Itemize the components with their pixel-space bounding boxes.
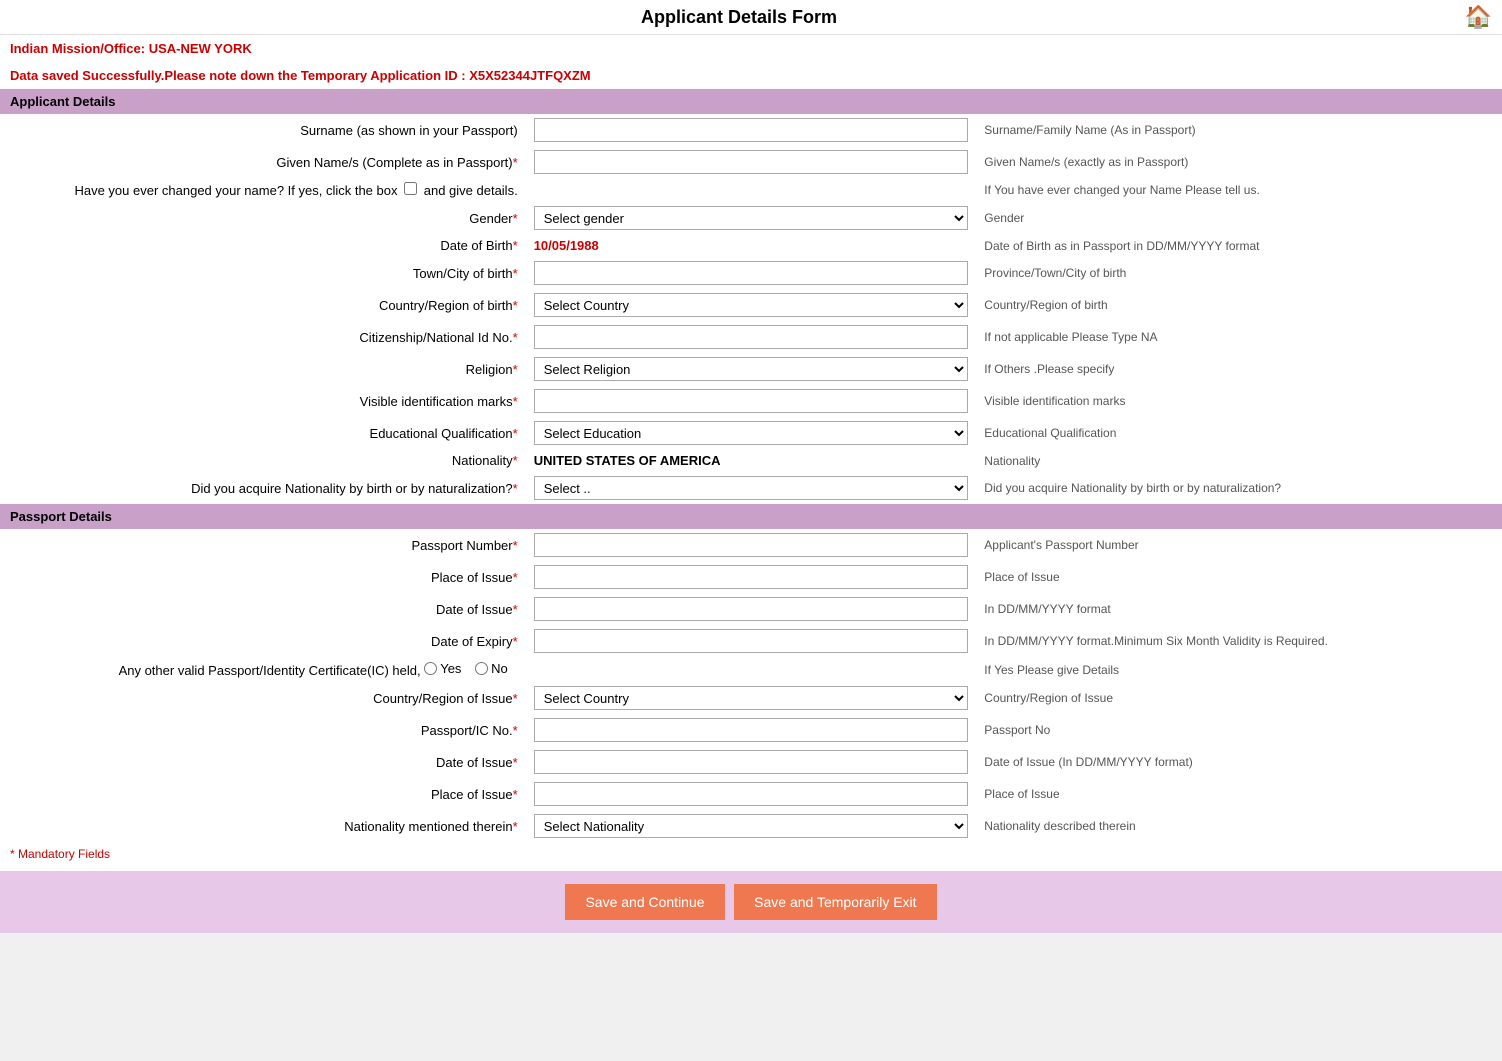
date-issue-help: In DD/MM/YYYY format — [976, 593, 1502, 625]
date-expiry-row: Date of Expiry* In DD/MM/YYYY format.Min… — [0, 625, 1502, 657]
passport-ic-input[interactable] — [534, 718, 969, 742]
education-help: Educational Qualification — [976, 417, 1502, 449]
nat-therein-help: Nationality described therein — [976, 810, 1502, 842]
other-passport-no-radio[interactable] — [475, 662, 488, 675]
citizenship-input[interactable] — [534, 325, 969, 349]
town-help: Province/Town/City of birth — [976, 257, 1502, 289]
name-changed-label: Have you ever changed your name? If yes,… — [0, 178, 526, 202]
name-changed-help: If You have ever changed your Name Pleas… — [976, 178, 1502, 202]
education-select[interactable]: Select Education — [534, 421, 969, 445]
given-names-help: Given Name/s (exactly as in Passport) — [976, 146, 1502, 178]
date-issue2-help: Date of Issue (In DD/MM/YYYY format) — [976, 746, 1502, 778]
place-issue2-input[interactable] — [534, 782, 969, 806]
place-issue2-row: Place of Issue* Place of Issue — [0, 778, 1502, 810]
mandatory-text: Mandatory Fields — [18, 847, 110, 861]
date-expiry-help: In DD/MM/YYYY format.Minimum Six Month V… — [976, 625, 1502, 657]
place-issue-row: Place of Issue* Place of Issue — [0, 561, 1502, 593]
home-icon-area[interactable]: 🏠 — [1465, 4, 1492, 30]
other-passport-row: Any other valid Passport/Identity Certif… — [0, 657, 1502, 682]
given-names-row: Given Name/s (Complete as in Passport)* … — [0, 146, 1502, 178]
passport-ic-help: Passport No — [976, 714, 1502, 746]
nationality-value: UNITED STATES OF AMERICA — [534, 453, 721, 468]
country-issue-help: Country/Region of Issue — [976, 682, 1502, 714]
surname-input[interactable] — [534, 118, 969, 142]
passport-form-table: Passport Number* Applicant's Passport Nu… — [0, 529, 1502, 842]
place-issue2-help: Place of Issue — [976, 778, 1502, 810]
surname-label: Surname (as shown in your Passport) — [0, 114, 526, 146]
visible-marks-input[interactable] — [534, 389, 969, 413]
success-message: Data saved Successfully.Please note down… — [0, 62, 1502, 89]
date-issue-row: Date of Issue* In DD/MM/YYYY format — [0, 593, 1502, 625]
nat-acquire-select[interactable]: Select .. By Birth By Naturalization — [534, 476, 969, 500]
nav-left — [10, 10, 13, 24]
given-names-input[interactable] — [534, 150, 969, 174]
citizenship-help: If not applicable Please Type NA — [976, 321, 1502, 353]
date-issue2-input[interactable] — [534, 750, 969, 774]
nationality-help: Nationality — [976, 449, 1502, 472]
passport-num-row: Passport Number* Applicant's Passport Nu… — [0, 529, 1502, 561]
surname-help: Surname/Family Name (As in Passport) — [976, 114, 1502, 146]
mandatory-note: * Mandatory Fields — [0, 842, 1502, 866]
mission-line: Indian Mission/Office: USA-NEW YORK — [0, 35, 1502, 62]
town-input[interactable] — [534, 261, 969, 285]
name-changed-checkbox[interactable] — [404, 182, 417, 195]
religion-select[interactable]: Select Religion — [534, 357, 969, 381]
place-issue-help: Place of Issue — [976, 561, 1502, 593]
other-passport-yes-radio[interactable] — [424, 662, 437, 675]
gender-select[interactable]: Select gender Male Female Others — [534, 206, 969, 230]
country-birth-row: Country/Region of birth* Select Country … — [0, 289, 1502, 321]
mission-label: Indian Mission/Office: — [10, 41, 145, 56]
date-issue2-row: Date of Issue* Date of Issue (In DD/MM/Y… — [0, 746, 1502, 778]
footer-area: Save and Continue Save and Temporarily E… — [0, 871, 1502, 933]
surname-input-cell — [526, 114, 977, 146]
country-birth-help: Country/Region of birth — [976, 289, 1502, 321]
country-issue-row: Country/Region of Issue* Select Country … — [0, 682, 1502, 714]
date-expiry-input[interactable] — [534, 629, 969, 653]
mission-value: USA-NEW YORK — [149, 41, 252, 56]
name-changed-row: Have you ever changed your name? If yes,… — [0, 178, 1502, 202]
nationality-row: Nationality* UNITED STATES OF AMERICA Na… — [0, 449, 1502, 472]
surname-row: Surname (as shown in your Passport) Surn… — [0, 114, 1502, 146]
passport-num-input[interactable] — [534, 533, 969, 557]
religion-row: Religion* Select Religion If Others .Ple… — [0, 353, 1502, 385]
passport-ic-row: Passport/IC No.* Passport No — [0, 714, 1502, 746]
place-issue-input[interactable] — [534, 565, 969, 589]
nat-acquire-row: Did you acquire Nationality by birth or … — [0, 472, 1502, 504]
dob-row: Date of Birth* 10/05/1988 Date of Birth … — [0, 234, 1502, 257]
education-row: Educational Qualification* Select Educat… — [0, 417, 1502, 449]
passport-num-help: Applicant's Passport Number — [976, 529, 1502, 561]
save-exit-button[interactable]: Save and Temporarily Exit — [734, 884, 936, 920]
nat-therein-select[interactable]: Select Nationality — [534, 814, 969, 838]
citizenship-row: Citizenship/National Id No.* If not appl… — [0, 321, 1502, 353]
gender-row: Gender* Select gender Male Female Others… — [0, 202, 1502, 234]
visible-marks-row: Visible identification marks* Visible id… — [0, 385, 1502, 417]
country-issue-select[interactable]: Select Country — [534, 686, 969, 710]
title-area: Applicant Details Form — [641, 7, 837, 28]
given-names-label: Given Name/s (Complete as in Passport)* — [0, 146, 526, 178]
page-title: Applicant Details Form — [641, 7, 837, 28]
dob-help: Date of Birth as in Passport in DD/MM/YY… — [976, 234, 1502, 257]
nat-acquire-help: Did you acquire Nationality by birth or … — [976, 472, 1502, 504]
date-issue-input[interactable] — [534, 597, 969, 621]
nat-therein-row: Nationality mentioned therein* Select Na… — [0, 810, 1502, 842]
religion-help: If Others .Please specify — [976, 353, 1502, 385]
yes-radio-label: Yes — [424, 661, 461, 676]
country-birth-select[interactable]: Select Country — [534, 293, 969, 317]
success-text: Data saved Successfully.Please note down… — [10, 68, 466, 83]
gender-help: Gender — [976, 202, 1502, 234]
passport-section-header: Passport Details — [0, 504, 1502, 529]
applicant-form-table: Surname (as shown in your Passport) Surn… — [0, 114, 1502, 504]
app-id: X5X52344JTFQXZM — [469, 68, 590, 83]
top-nav: Applicant Details Form 🏠 — [0, 0, 1502, 35]
visible-marks-help: Visible identification marks — [976, 385, 1502, 417]
dob-value: 10/05/1988 — [534, 238, 599, 253]
other-passport-help: If Yes Please give Details — [976, 657, 1502, 682]
no-radio-label: No — [475, 661, 508, 676]
town-row: Town/City of birth* Province/Town/City o… — [0, 257, 1502, 289]
applicant-section-header: Applicant Details — [0, 89, 1502, 114]
save-continue-button[interactable]: Save and Continue — [565, 884, 724, 920]
